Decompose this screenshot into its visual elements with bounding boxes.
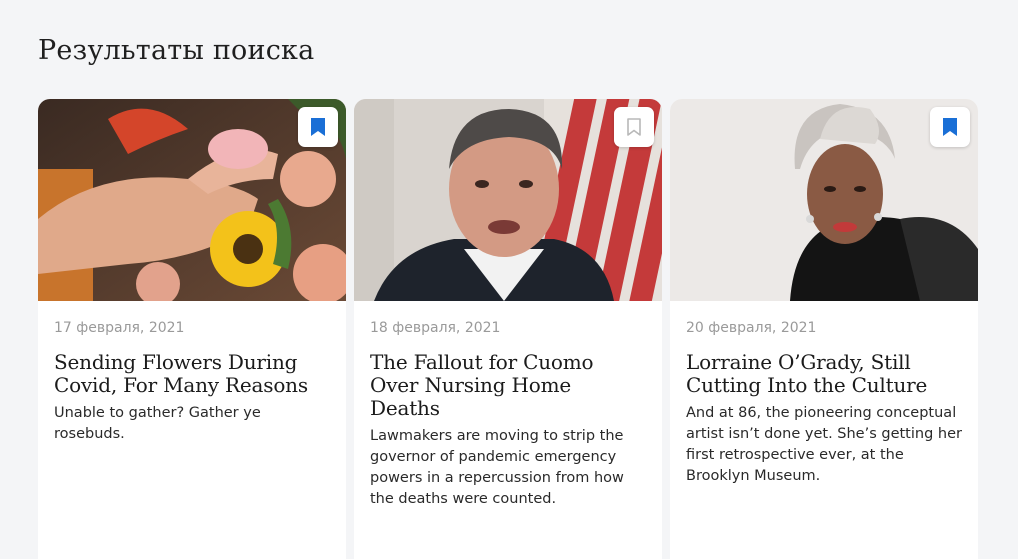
article-image[interactable] [354,99,662,301]
bookmark-button[interactable] [930,107,970,147]
article-description: Unable to gather? Gather ye rosebuds. [54,405,261,442]
search-results-page: Результаты поиска 17 февраля, 2021 Sendi… [0,0,1018,559]
article-card-body: 18 февраля, 2021 The Fallout for Cuomo O… [354,301,662,510]
bookmark-filled-icon [943,118,957,136]
article-description: And at 86, the pioneering conceptual art… [686,405,962,484]
article-card[interactable]: 20 февраля, 2021 Lorraine O’Grady, Still… [670,99,978,559]
article-image[interactable] [670,99,978,301]
bookmark-button[interactable] [614,107,654,147]
article-title[interactable]: Lorraine O’Grady, Still Cutting Into the… [686,351,962,397]
bookmark-button[interactable] [298,107,338,147]
article-card[interactable]: 17 февраля, 2021 Sending Flowers During … [38,99,346,559]
bookmark-outline-icon [627,118,641,136]
results-list: 17 февраля, 2021 Sending Flowers During … [38,99,978,559]
article-date: 20 февраля, 2021 [686,320,817,336]
article-card-body: 20 февраля, 2021 Lorraine O’Grady, Still… [670,301,978,487]
article-title[interactable]: Sending Flowers During Covid, For Many R… [54,351,330,397]
article-card-body: 17 февраля, 2021 Sending Flowers During … [38,301,346,445]
bookmark-filled-icon [311,118,325,136]
article-description: Lawmakers are moving to strip the govern… [370,428,624,507]
article-title[interactable]: The Fallout for Cuomo Over Nursing Home … [370,351,646,420]
page-title: Результаты поиска [38,35,315,66]
article-date: 17 февраля, 2021 [54,320,185,336]
article-image[interactable] [38,99,346,301]
article-date: 18 февраля, 2021 [370,320,501,336]
article-card[interactable]: 18 февраля, 2021 The Fallout for Cuomo O… [354,99,662,559]
